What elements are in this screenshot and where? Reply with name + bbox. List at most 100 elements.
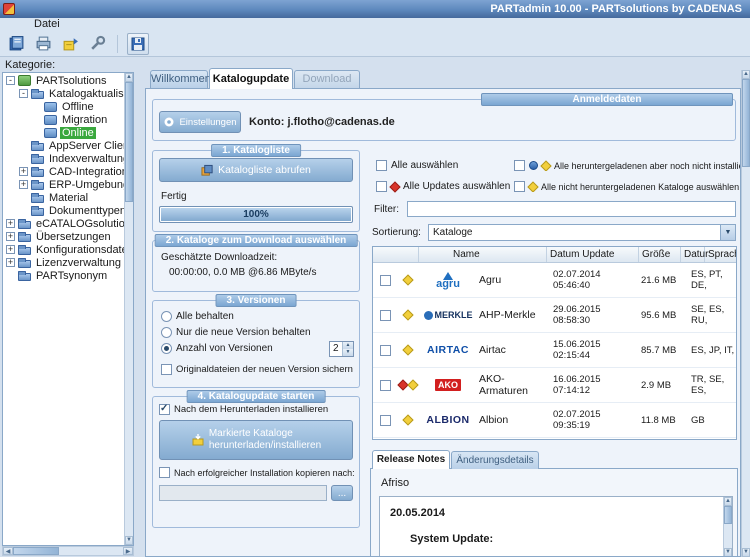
printer-button[interactable] — [32, 33, 54, 55]
expand-icon[interactable]: + — [6, 258, 15, 267]
menu-datei[interactable]: Datei — [28, 18, 66, 31]
tab-download[interactable]: Download — [294, 70, 360, 88]
checkbox-icon[interactable] — [161, 364, 172, 375]
checkbox-originaldateien[interactable]: Originaldateien der neuen Version sicher… — [161, 364, 353, 375]
checkbox-icon[interactable] — [159, 467, 170, 478]
expand-icon[interactable]: + — [19, 180, 28, 189]
checkbox-nicht-heruntergeladen[interactable]: Alle nicht heruntergeladenen Kataloge au… — [514, 181, 740, 192]
header-groesse[interactable]: Größe — [639, 247, 681, 262]
scroll-track[interactable] — [59, 547, 123, 555]
herunterladen-installieren-button[interactable]: Markierte Kataloge herunterladen/install… — [159, 420, 353, 460]
tab-release-notes[interactable]: Release Notes — [372, 450, 450, 469]
catalog-row-agru[interactable]: agru Agru 02.07.2014 05:46:40 21.6 MB ES, PT… — [373, 263, 736, 298]
scroll-track[interactable] — [742, 167, 750, 548]
katalogliste-abrufen-button[interactable]: Katalogliste abrufen — [159, 158, 353, 182]
checkbox-kopieren-nach[interactable]: Nach erfolgreicher Installation kopieren… — [159, 467, 355, 478]
scroll-left-icon[interactable]: ◀ — [3, 547, 13, 555]
catalog-row-ako-armaturen[interactable]: AKO AKO-Armaturen 16.06.2015 07:14:12 2.9 M… — [373, 368, 736, 403]
expand-icon[interactable]: + — [19, 167, 28, 176]
radio-alle-behalten[interactable]: Alle behalten — [161, 311, 234, 322]
chevron-down-icon[interactable]: ▼ — [720, 225, 735, 240]
expand-icon[interactable]: + — [6, 232, 15, 241]
radio-anzahl-versionen[interactable]: Anzahl von Versionen — [161, 343, 273, 354]
scroll-thumb[interactable] — [724, 506, 732, 524]
tree-item-katalogaktualisierung[interactable]: - Katalogaktualisierung — [3, 87, 124, 100]
tree-item--bersetzungen[interactable]: + Übersetzungen — [3, 230, 124, 243]
tree-item-indexverwaltung[interactable]: Indexverwaltung — [3, 152, 124, 165]
checkbox-alle-updates[interactable]: Alle Updates auswählen — [376, 180, 510, 193]
checkbox-icon[interactable] — [159, 403, 170, 415]
scroll-up-icon[interactable]: ▲ — [742, 70, 750, 79]
radio-icon[interactable] — [161, 311, 172, 322]
notes-vertical-scrollbar[interactable]: ▲ ▼ — [723, 497, 732, 556]
tree-item-erp-umgebung[interactable]: + ERP-Umgebung — [3, 178, 124, 191]
tree-horizontal-scrollbar[interactable]: ◀ ▶ — [2, 546, 134, 556]
row-checkbox[interactable] — [379, 309, 391, 321]
einstellungen-button[interactable]: Einstellungen — [159, 111, 241, 133]
tools-button[interactable] — [86, 33, 108, 55]
expand-icon[interactable]: + — [6, 219, 15, 228]
checkbox-icon[interactable] — [376, 160, 387, 171]
row-checkbox[interactable] — [379, 274, 391, 286]
scroll-track[interactable] — [724, 524, 732, 548]
tree-item-dokumenttypen[interactable]: Dokumenttypen — [3, 204, 124, 217]
checkbox-heruntergeladen-nicht-installiert[interactable]: Alle heruntergeladenen aber noch nicht i… — [514, 160, 740, 171]
header-datum-update[interactable]: Datum Update — [547, 247, 639, 262]
browse-button[interactable]: ... — [331, 485, 353, 501]
row-checkbox[interactable] — [379, 379, 391, 391]
radio-icon[interactable] — [161, 327, 172, 338]
tab-katalogupdate[interactable]: Katalogupdate — [209, 68, 293, 89]
scroll-up-icon[interactable]: ▲ — [125, 73, 133, 82]
collapse-icon[interactable]: - — [6, 76, 15, 85]
header-sprache[interactable]: Sprache — [705, 247, 736, 262]
checkbox-alle-auswaehlen[interactable]: Alle auswählen — [376, 160, 458, 171]
collapse-icon[interactable]: - — [19, 89, 28, 98]
tree-item-cad-integration[interactable]: + CAD-Integration — [3, 165, 124, 178]
tab-aenderungsdetails[interactable]: Änderungsdetails — [451, 451, 539, 469]
scroll-track[interactable] — [125, 202, 133, 536]
catalog-book-button[interactable] — [5, 33, 27, 55]
tree-item-online[interactable]: Online — [3, 126, 124, 139]
save-button[interactable] — [127, 32, 149, 55]
tree-item-offline[interactable]: Offline — [3, 100, 124, 113]
checkbox-icon[interactable] — [514, 160, 525, 171]
versionen-anzahl-stepper[interactable]: 2 ▲ ▼ — [329, 341, 354, 357]
header-name[interactable]: Name — [419, 247, 547, 262]
tree-item-lizenzverwaltung[interactable]: + Lizenzverwaltung — [3, 256, 124, 269]
header-datum2[interactable]: Datur — [681, 247, 708, 262]
scroll-down-icon[interactable]: ▼ — [724, 548, 732, 556]
package-install-button[interactable] — [59, 33, 81, 55]
tab-willkommen[interactable]: Willkommen — [150, 70, 211, 88]
tree-vertical-scrollbar[interactable]: ▲ ▼ — [124, 73, 133, 545]
scroll-thumb[interactable] — [742, 79, 750, 167]
row-checkbox[interactable] — [379, 414, 391, 426]
scroll-thumb[interactable] — [13, 547, 59, 555]
stepper-up-icon[interactable]: ▲ — [342, 342, 353, 349]
kopieren-pfad-field[interactable] — [159, 485, 327, 501]
filter-input[interactable] — [407, 201, 736, 217]
scroll-up-icon[interactable]: ▲ — [724, 497, 732, 506]
checkbox-icon[interactable] — [376, 181, 387, 192]
tree-item-material[interactable]: Material — [3, 191, 124, 204]
stepper-down-icon[interactable]: ▼ — [342, 349, 353, 356]
sortierung-select[interactable]: Kataloge ▼ — [428, 224, 736, 241]
row-checkbox[interactable] — [379, 344, 391, 356]
scroll-thumb[interactable] — [125, 82, 133, 202]
radio-neue-version[interactable]: Nur die neue Version behalten — [161, 327, 311, 338]
checkbox-icon[interactable] — [514, 181, 525, 192]
scroll-down-icon[interactable]: ▼ — [742, 548, 750, 557]
radio-icon[interactable] — [161, 343, 172, 354]
tree-item-partsynonym[interactable]: PARTsynonym — [3, 269, 124, 282]
tree-item-konfigurationsdateien[interactable]: + Konfigurationsdateien — [3, 243, 124, 256]
catalog-row-ahp-merkle[interactable]: MERKLE AHP-Merkle 29.06.2015 08:58:30 95.6 … — [373, 298, 736, 333]
main-vertical-scrollbar[interactable]: ▲ ▼ — [741, 70, 750, 557]
tree-item-migration[interactable]: Migration — [3, 113, 124, 126]
titlebar[interactable]: PARTadmin 10.00 - PARTsolutions by CADEN… — [0, 0, 750, 18]
catalog-row-albion[interactable]: ALBION Albion 02.07.2015 09:35:19 11.8 MB GB — [373, 403, 736, 438]
scroll-down-icon[interactable]: ▼ — [125, 536, 133, 545]
checkbox-installieren[interactable]: Nach dem Herunterladen installieren — [159, 403, 328, 415]
tree-item-appserver-client[interactable]: AppServer Client — [3, 139, 124, 152]
scroll-right-icon[interactable]: ▶ — [123, 547, 133, 555]
expand-icon[interactable]: + — [6, 245, 15, 254]
tree-item-ecatalogsolutions[interactable]: + eCATALOGsolutions — [3, 217, 124, 230]
